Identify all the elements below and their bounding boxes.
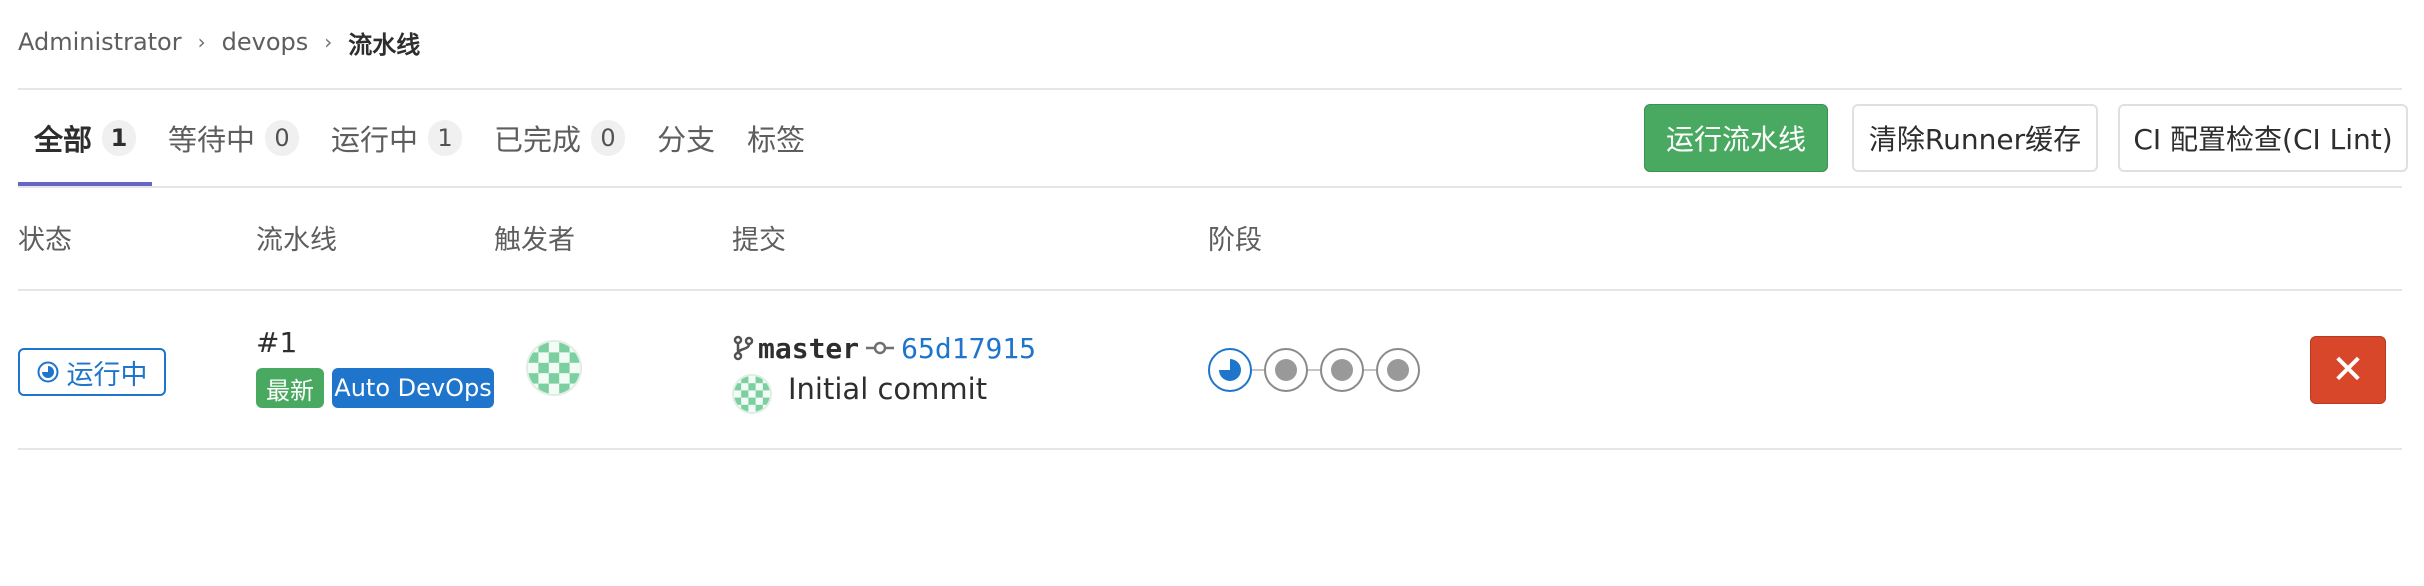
tab-finished[interactable]: 已完成 0 bbox=[478, 90, 641, 186]
pending-dot bbox=[1331, 359, 1353, 381]
stage-pending-icon[interactable] bbox=[1376, 348, 1420, 392]
header-status: 状态 bbox=[18, 225, 72, 256]
divider bbox=[18, 448, 2402, 450]
header-pipeline: 流水线 bbox=[256, 225, 337, 256]
tab-running[interactable]: 运行中 1 bbox=[315, 90, 478, 186]
tab-count-badge: 0 bbox=[265, 120, 300, 156]
clear-runner-cache-button[interactable]: 清除Runner缓存 bbox=[1852, 104, 2098, 172]
tab-all[interactable]: 全部 1 bbox=[18, 90, 153, 186]
divider bbox=[18, 186, 2402, 188]
status-label: 运行中 bbox=[66, 359, 148, 391]
tab-label: 等待中 bbox=[168, 123, 256, 157]
auto-devops-badge: Auto DevOps bbox=[332, 368, 494, 408]
pending-dot bbox=[1387, 359, 1409, 381]
tab-count-badge: 1 bbox=[428, 120, 463, 156]
chevron-right-icon: › bbox=[324, 30, 333, 54]
commit-sha-link[interactable]: 65d17915 bbox=[901, 332, 1036, 365]
tab-count-badge: 0 bbox=[591, 120, 626, 156]
status-running-icon bbox=[37, 361, 58, 383]
tab-count-badge: 1 bbox=[102, 120, 137, 156]
ci-lint-button[interactable]: CI 配置检查(CI Lint) bbox=[2118, 104, 2408, 172]
stage-connector bbox=[1364, 369, 1376, 371]
tab-label: 分支 bbox=[657, 123, 716, 157]
commit-icon bbox=[866, 341, 895, 355]
branch-name-link[interactable]: master bbox=[758, 332, 859, 365]
header-triggerer: 触发者 bbox=[494, 225, 575, 256]
cancel-pipeline-button[interactable]: ✕ bbox=[2310, 336, 2386, 404]
pending-dot bbox=[1275, 359, 1297, 381]
latest-badge: 最新 bbox=[256, 368, 324, 408]
stage-running-icon[interactable] bbox=[1208, 348, 1252, 392]
tab-label: 标签 bbox=[747, 123, 806, 157]
header-commit: 提交 bbox=[732, 225, 786, 256]
pipeline-id-link[interactable]: #1 bbox=[256, 326, 297, 359]
header-stages: 阶段 bbox=[1208, 225, 1262, 256]
close-icon: ✕ bbox=[2331, 347, 2365, 393]
pipeline-tabs: 全部 1 等待中 0 运行中 1 已完成 0 分支 标签 bbox=[18, 90, 821, 186]
stage-pending-icon[interactable] bbox=[1264, 348, 1308, 392]
breadcrumb: Administrator › devops › 流水线 bbox=[18, 24, 420, 60]
identicon-icon bbox=[734, 376, 770, 412]
stage-connector bbox=[1252, 369, 1264, 371]
tab-label: 运行中 bbox=[331, 123, 419, 157]
breadcrumb-current[interactable]: 流水线 bbox=[348, 25, 420, 60]
breadcrumb-item-devops[interactable]: devops bbox=[222, 28, 309, 56]
chevron-right-icon: › bbox=[197, 30, 206, 54]
tab-tags[interactable]: 标签 bbox=[731, 90, 821, 186]
running-icon bbox=[1219, 359, 1241, 381]
commit-ref: master 65d17915 bbox=[732, 328, 1036, 368]
commit-author-avatar[interactable] bbox=[732, 374, 772, 414]
divider bbox=[18, 289, 2402, 291]
breadcrumb-item-administrator[interactable]: Administrator bbox=[18, 28, 182, 56]
stage-connector bbox=[1308, 369, 1320, 371]
status-badge[interactable]: 运行中 bbox=[18, 348, 166, 396]
stage-pending-icon[interactable] bbox=[1320, 348, 1364, 392]
identicon-icon bbox=[528, 342, 580, 394]
run-pipeline-button[interactable]: 运行流水线 bbox=[1644, 104, 1828, 172]
tab-pending[interactable]: 等待中 0 bbox=[152, 90, 315, 186]
tab-branches[interactable]: 分支 bbox=[641, 90, 731, 186]
tab-label: 已完成 bbox=[494, 123, 582, 157]
tab-label: 全部 bbox=[34, 123, 93, 157]
branch-icon bbox=[733, 335, 754, 361]
triggerer-avatar[interactable] bbox=[526, 340, 582, 396]
commit-title-link[interactable]: Initial commit bbox=[788, 372, 987, 406]
